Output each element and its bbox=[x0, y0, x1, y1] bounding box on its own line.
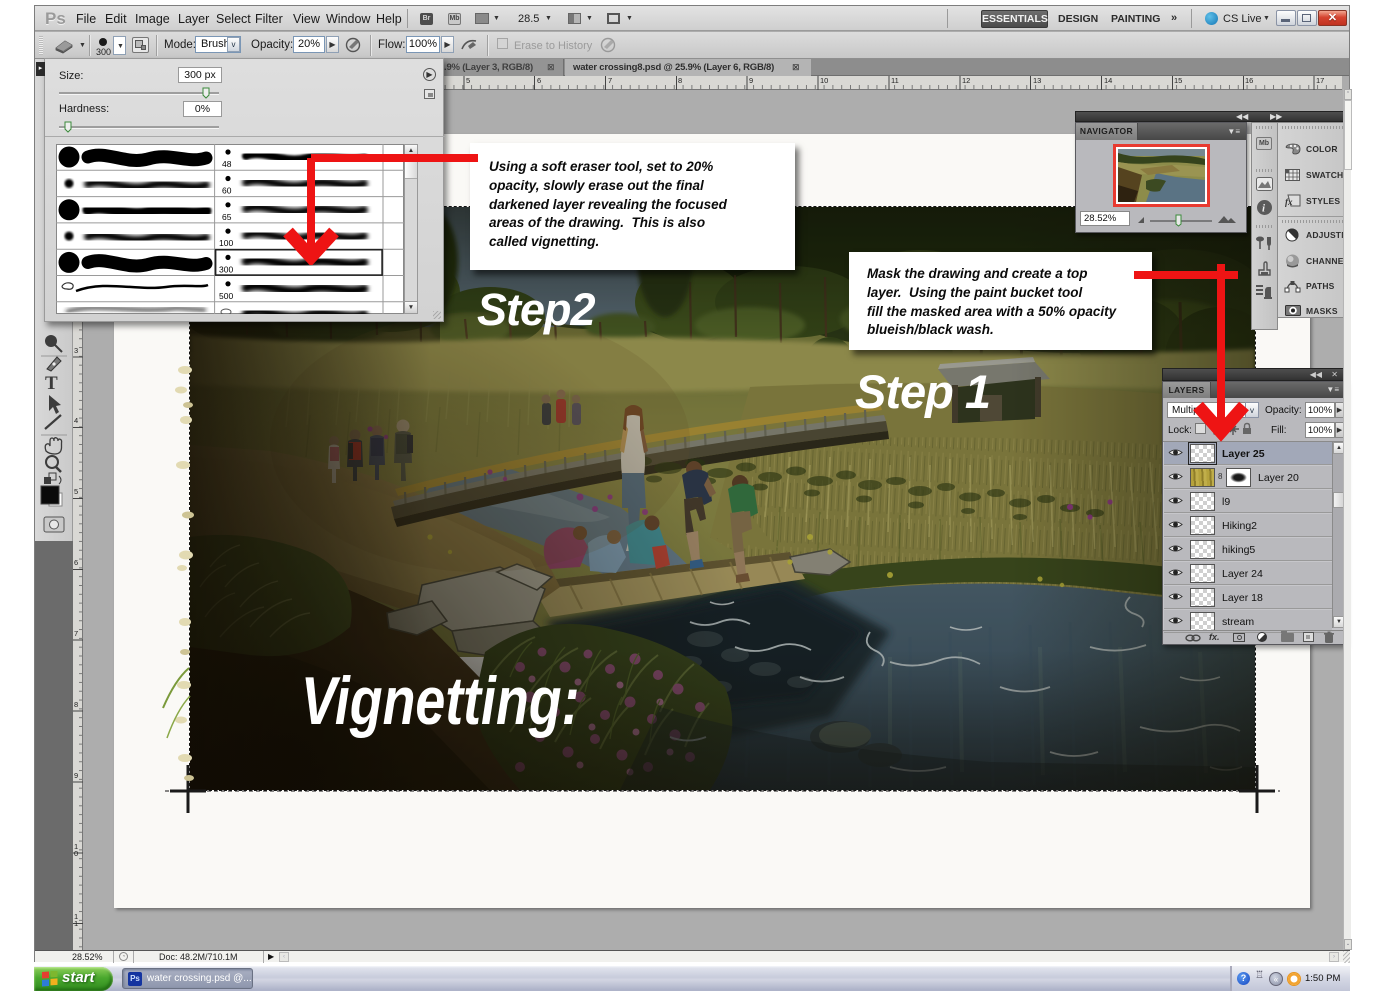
svg-text:300: 300 bbox=[219, 264, 233, 274]
svg-text:48: 48 bbox=[222, 159, 232, 169]
svg-text:500: 500 bbox=[219, 291, 233, 301]
svg-text:fx: fx bbox=[1285, 197, 1293, 207]
svg-text:65: 65 bbox=[222, 212, 232, 222]
svg-text:100: 100 bbox=[219, 238, 233, 248]
svg-text:T: T bbox=[45, 373, 58, 394]
svg-text:60: 60 bbox=[222, 186, 232, 196]
